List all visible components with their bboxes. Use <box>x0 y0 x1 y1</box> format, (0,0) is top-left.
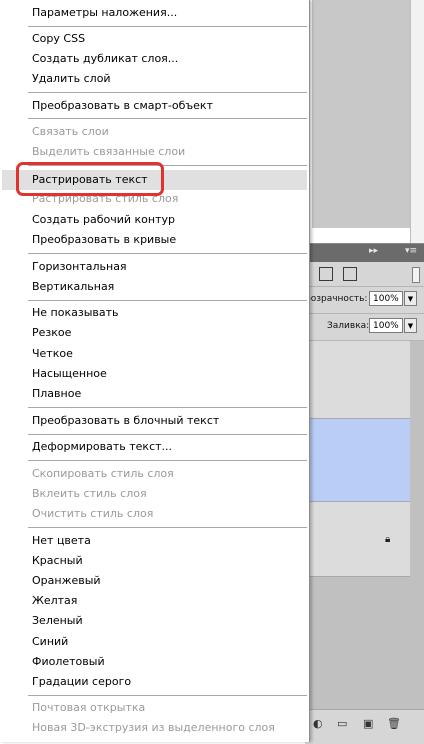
panel-menu-icon[interactable]: ▾≡ <box>405 246 417 256</box>
menu-item-convert-smart-object[interactable]: Преобразовать в смарт-объект <box>32 99 213 113</box>
menu-separator <box>28 300 307 301</box>
fill-label: Заливка: <box>327 321 370 331</box>
menu-separator <box>28 92 307 93</box>
menu-item-antialias-strong[interactable]: Насыщенное <box>32 367 107 381</box>
menu-item-convert-to-shape[interactable]: Преобразовать в кривые <box>32 233 176 247</box>
menu-item-link-layers: Связать слои <box>32 125 109 138</box>
menu-item-copy-layer-style: Скопировать стиль слоя <box>32 467 174 480</box>
menu-item-delete-layer[interactable]: Удалить слой <box>32 72 111 86</box>
lock-icon: 🔒︎ <box>385 534 391 545</box>
menu-item-antialias-none[interactable]: Не показывать <box>32 306 119 320</box>
menu-item-color-none[interactable]: Нет цвета <box>32 534 91 548</box>
menu-separator <box>28 26 307 27</box>
menu-separator <box>28 695 307 696</box>
menu-item-color-yellow[interactable]: Желтая <box>32 594 77 608</box>
fill-input[interactable]: 100% <box>369 318 403 333</box>
menu-item-color-violet[interactable]: Фиолетовый <box>32 655 105 669</box>
panel-bottom-bar: ◐ ▭ ▣ 🗑︎ <box>305 709 424 744</box>
menu-item-new-3d-extrusion: Новая 3D-экструзия из выделенного слоя <box>32 721 275 734</box>
opacity-dropdown-icon[interactable]: ▼ <box>404 291 417 306</box>
menu-item-create-work-path[interactable]: Создать рабочий контур <box>32 213 175 227</box>
layer-row-background[interactable]: 🔒︎ <box>305 502 410 577</box>
menu-item-postcard: Почтовая открытка <box>32 701 146 714</box>
menu-item-color-red[interactable]: Красный <box>32 554 83 568</box>
menu-separator <box>28 527 307 528</box>
menu-item-warp-text[interactable]: Деформировать текст... <box>32 440 172 454</box>
smart-object-filter-icon[interactable] <box>343 267 357 281</box>
highlight-outline-annotation <box>16 162 164 196</box>
menu-item-color-blue[interactable]: Синий <box>32 635 68 649</box>
canvas-area <box>312 0 410 228</box>
layers-panel: ▸▸ ▾≡ розрачность: 100% ▼ Заливка: 100% … <box>305 243 424 744</box>
menu-item-blending-options[interactable]: Параметры наложения... <box>32 6 177 20</box>
menu-separator <box>28 407 307 408</box>
opacity-row: розрачность: 100% ▼ <box>305 287 424 314</box>
new-layer-icon[interactable]: ▣ <box>363 717 373 730</box>
new-group-icon[interactable]: ▭ <box>337 717 347 730</box>
menu-item-color-green[interactable]: Зеленый <box>32 614 83 628</box>
panel-filter-toolbar <box>305 262 424 287</box>
layer-row[interactable] <box>305 341 410 419</box>
adjustment-layer-icon[interactable]: ◐ <box>313 717 323 730</box>
menu-separator <box>28 253 307 254</box>
menu-item-paste-layer-style: Вклеить стиль слоя <box>32 487 147 500</box>
menu-item-convert-paragraph-text[interactable]: Преобразовать в блочный текст <box>32 414 219 428</box>
menu-item-color-orange[interactable]: Оранжевый <box>32 574 101 588</box>
opacity-label: розрачность: <box>305 294 368 304</box>
fill-row: Заливка: 100% ▼ <box>305 314 424 341</box>
layer-row-selected[interactable] <box>305 419 410 502</box>
collapse-icon[interactable]: ▸▸ <box>369 246 378 256</box>
panel-tab-bar: ▸▸ ▾≡ <box>305 244 424 262</box>
menu-item-clear-layer-style: Очистить стиль слоя <box>32 507 154 520</box>
menu-separator <box>28 118 307 119</box>
fill-dropdown-icon[interactable]: ▼ <box>404 318 417 333</box>
layer-context-menu: Параметры наложения... Copy CSS Создать … <box>0 0 310 742</box>
opacity-input[interactable]: 100% <box>369 291 403 306</box>
menu-item-antialias-smooth[interactable]: Плавное <box>32 387 81 401</box>
menu-separator <box>28 460 307 461</box>
menu-separator <box>28 434 307 435</box>
trash-icon[interactable]: 🗑︎ <box>387 717 401 730</box>
menu-item-antialias-crisp[interactable]: Четкое <box>32 347 73 361</box>
menu-item-vertical[interactable]: Вертикальная <box>32 280 114 294</box>
menu-item-duplicate-layer[interactable]: Создать дубликат слоя... <box>32 52 178 66</box>
menu-item-horizontal[interactable]: Горизонтальная <box>32 260 127 274</box>
menu-item-color-gray[interactable]: Градации серого <box>32 675 131 689</box>
transform-filter-icon[interactable] <box>319 267 333 281</box>
filter-toggle[interactable] <box>412 267 420 283</box>
menu-item-copy-css[interactable]: Copy CSS <box>32 32 85 46</box>
menu-item-antialias-sharp[interactable]: Резкое <box>32 326 71 340</box>
menu-item-select-linked: Выделить связанные слои <box>32 145 186 158</box>
